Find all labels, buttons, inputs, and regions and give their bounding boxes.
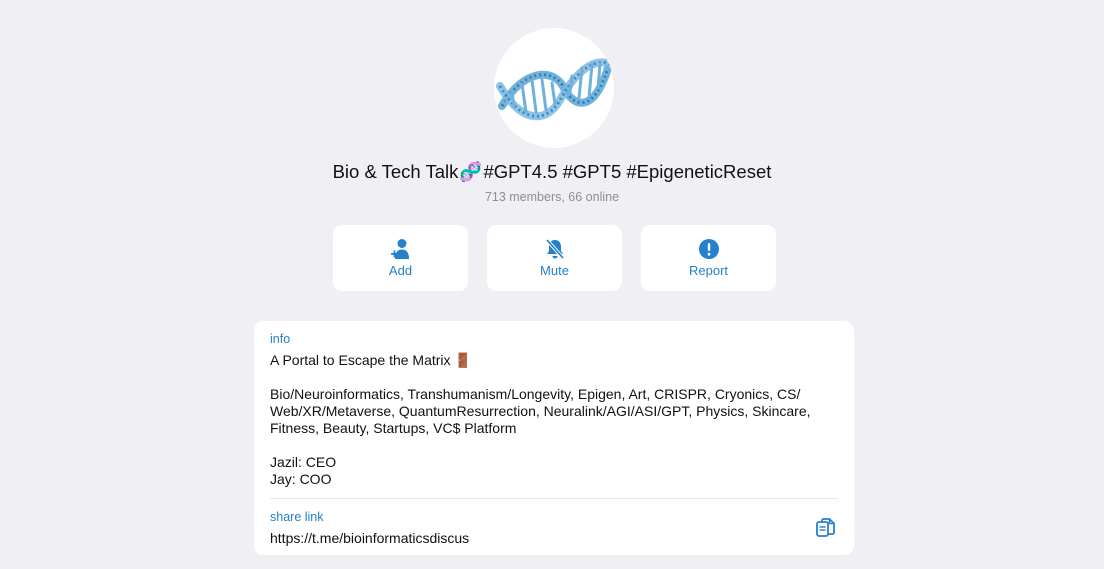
mute-button-label: Mute [540,263,569,278]
mute-button[interactable]: Mute [487,225,622,291]
info-card: info A Portal to Escape the Matrix 🚪 Bio… [254,321,854,555]
member-count: 713 members, 66 online [484,190,620,204]
report-button-label: Report [688,263,729,278]
bell-slash-icon [544,238,566,260]
info-label: info [270,332,291,346]
report-button[interactable]: Report [641,225,776,291]
exclamation-circle-icon [698,238,720,260]
group-avatar[interactable] [494,28,614,148]
info-description: A Portal to Escape the Matrix 🚪 Bio/Neur… [270,352,811,487]
dna-emoji-icon: 🧬 [459,161,483,182]
add-button[interactable]: Add [333,225,468,291]
add-button-label: Add [388,263,413,278]
add-member-icon [390,238,412,260]
group-title-text: Bio & Tech Talk [332,161,459,182]
share-link-url[interactable]: https://t.me/bioinformaticsdiscus [270,530,469,546]
group-title: Bio & Tech Talk 🧬 #GPT4.5 #GPT5 #Epigene… [0,161,1104,183]
copy-link-button[interactable] [815,517,837,539]
group-title-hashtags: #GPT4.5 #GPT5 #EpigeneticReset [483,161,772,182]
copy-icon [816,518,835,537]
share-link-label: share link [270,510,324,524]
divider [270,498,838,499]
dna-helix-icon [496,58,614,121]
